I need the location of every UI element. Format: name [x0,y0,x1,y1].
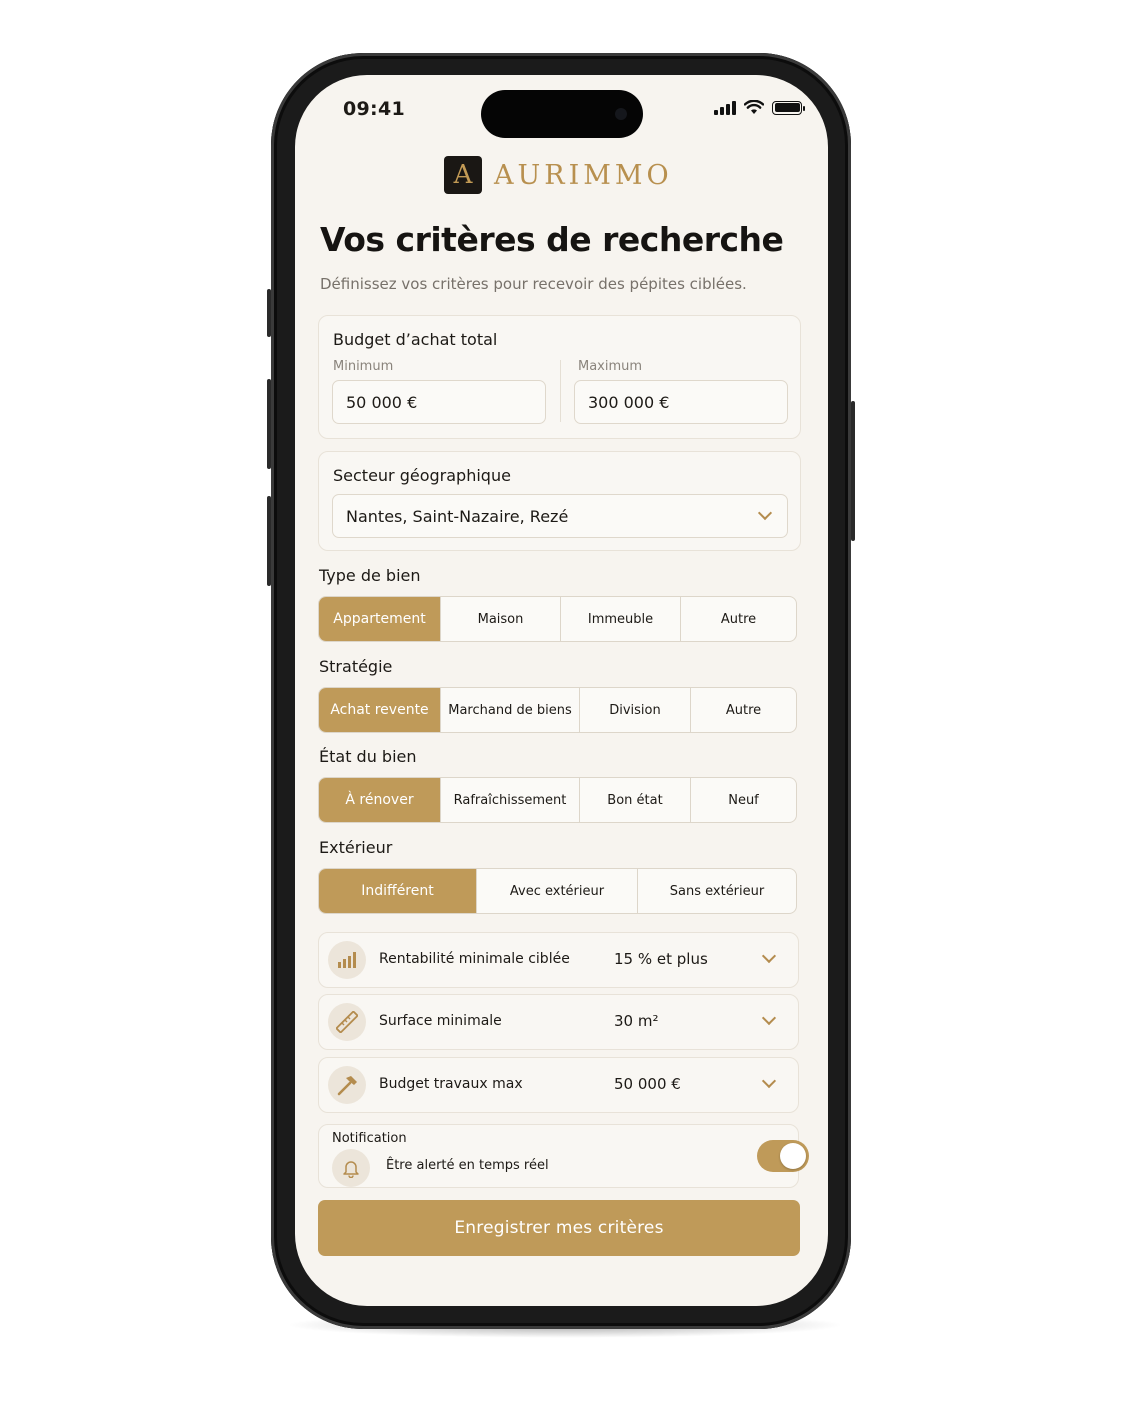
budget-max-label: Maximum [578,359,643,374]
battery-icon [772,100,805,115]
option-avec-exterieur[interactable]: Avec extérieur [476,869,637,913]
chevron-down-icon [757,505,773,521]
brand-logo: A AURIMMO [444,156,673,194]
option-division[interactable]: Division [579,688,690,732]
cellular-signal-icon [714,100,736,115]
option-indifferent[interactable]: Indifférent [319,869,476,913]
option-autre-type[interactable]: Autre [680,597,796,641]
hammer-icon [328,1066,366,1104]
volume-down-button [267,496,271,586]
power-button [851,401,855,541]
exterior-label: Extérieur [319,838,393,857]
chevron-down-icon [761,1010,777,1026]
dynamic-island [481,90,643,138]
min-surface-row[interactable]: Surface minimale 30 m² [318,994,799,1050]
exterior-selector: Indifférent Avec extérieur Sans extérieu… [318,868,797,914]
volume-up-button [267,379,271,469]
brand-name: AURIMMO [494,159,673,191]
budget-title: Budget d’achat total [333,330,498,349]
property-type-label: Type de bien [319,566,421,585]
budget-min-input[interactable]: 50 000 € [332,380,546,424]
min-surface-value: 30 m² [614,1012,659,1030]
chevron-down-icon [761,948,777,964]
min-yield-row[interactable]: Rentabilité minimale ciblée 15 % et plus [318,932,799,988]
mute-switch [267,289,271,337]
realtime-alert-toggle[interactable] [757,1140,809,1172]
min-yield-label: Rentabilité minimale ciblée [379,951,570,967]
works-budget-value: 50 000 € [614,1075,681,1093]
sector-title: Secteur géographique [333,466,511,485]
option-achat-revente[interactable]: Achat revente [319,688,440,732]
sector-card: Secteur géographique Nantes, Saint-Nazai… [318,451,801,551]
bell-icon [332,1149,370,1187]
min-yield-value: 15 % et plus [614,950,708,968]
budget-card: Budget d’achat total Minimum 50 000 € Ma… [318,315,801,439]
budget-max-input[interactable]: 300 000 € [574,380,788,424]
notification-title: Notification [332,1131,407,1146]
works-budget-label: Budget travaux max [379,1076,523,1092]
strategy-label: Stratégie [319,657,393,676]
option-bon-etat[interactable]: Bon état [579,778,690,822]
option-marchand-de-biens[interactable]: Marchand de biens [440,688,579,732]
min-surface-label: Surface minimale [379,1013,502,1029]
strategy-selector: Achat revente Marchand de biens Division… [318,687,797,733]
budget-min-label: Minimum [333,359,394,374]
condition-selector: À rénover Rafraîchissement Bon état Neuf [318,777,797,823]
status-icons [714,100,805,115]
option-immeuble[interactable]: Immeuble [560,597,680,641]
ruler-icon [328,1003,366,1041]
status-time: 09:41 [343,98,405,120]
save-criteria-button[interactable]: Enregistrer mes critères [318,1200,800,1256]
option-neuf[interactable]: Neuf [690,778,796,822]
notification-card: Notification Être alerté en temps réel [318,1124,809,1188]
condition-label: État du bien [319,747,417,766]
works-budget-row[interactable]: Budget travaux max 50 000 € [318,1057,799,1113]
notification-label: Être alerté en temps réel [386,1158,549,1173]
option-rafraichissement[interactable]: Rafraîchissement [440,778,579,822]
option-maison[interactable]: Maison [440,597,560,641]
app-screen: 09:41 A AURIMMO Vos critères de recherch… [295,75,828,1306]
sector-value: Nantes, Saint-Nazaire, Rezé [346,507,569,526]
property-type-selector: Appartement Maison Immeuble Autre [318,596,797,642]
page-subtitle: Définissez vos critères pour recevoir de… [320,275,747,293]
option-sans-exterieur[interactable]: Sans extérieur [637,869,796,913]
sector-select[interactable]: Nantes, Saint-Nazaire, Rezé [332,494,788,538]
option-autre-strategie[interactable]: Autre [690,688,796,732]
logo-mark: A [444,156,482,194]
status-bar: 09:41 [295,75,828,145]
wifi-icon [744,100,764,114]
option-a-renover[interactable]: À rénover [319,778,440,822]
bar-chart-icon [328,941,366,979]
chevron-down-icon [761,1073,777,1089]
option-appartement[interactable]: Appartement [319,597,440,641]
budget-divider [560,360,561,422]
page-title: Vos critères de recherche [320,220,784,259]
